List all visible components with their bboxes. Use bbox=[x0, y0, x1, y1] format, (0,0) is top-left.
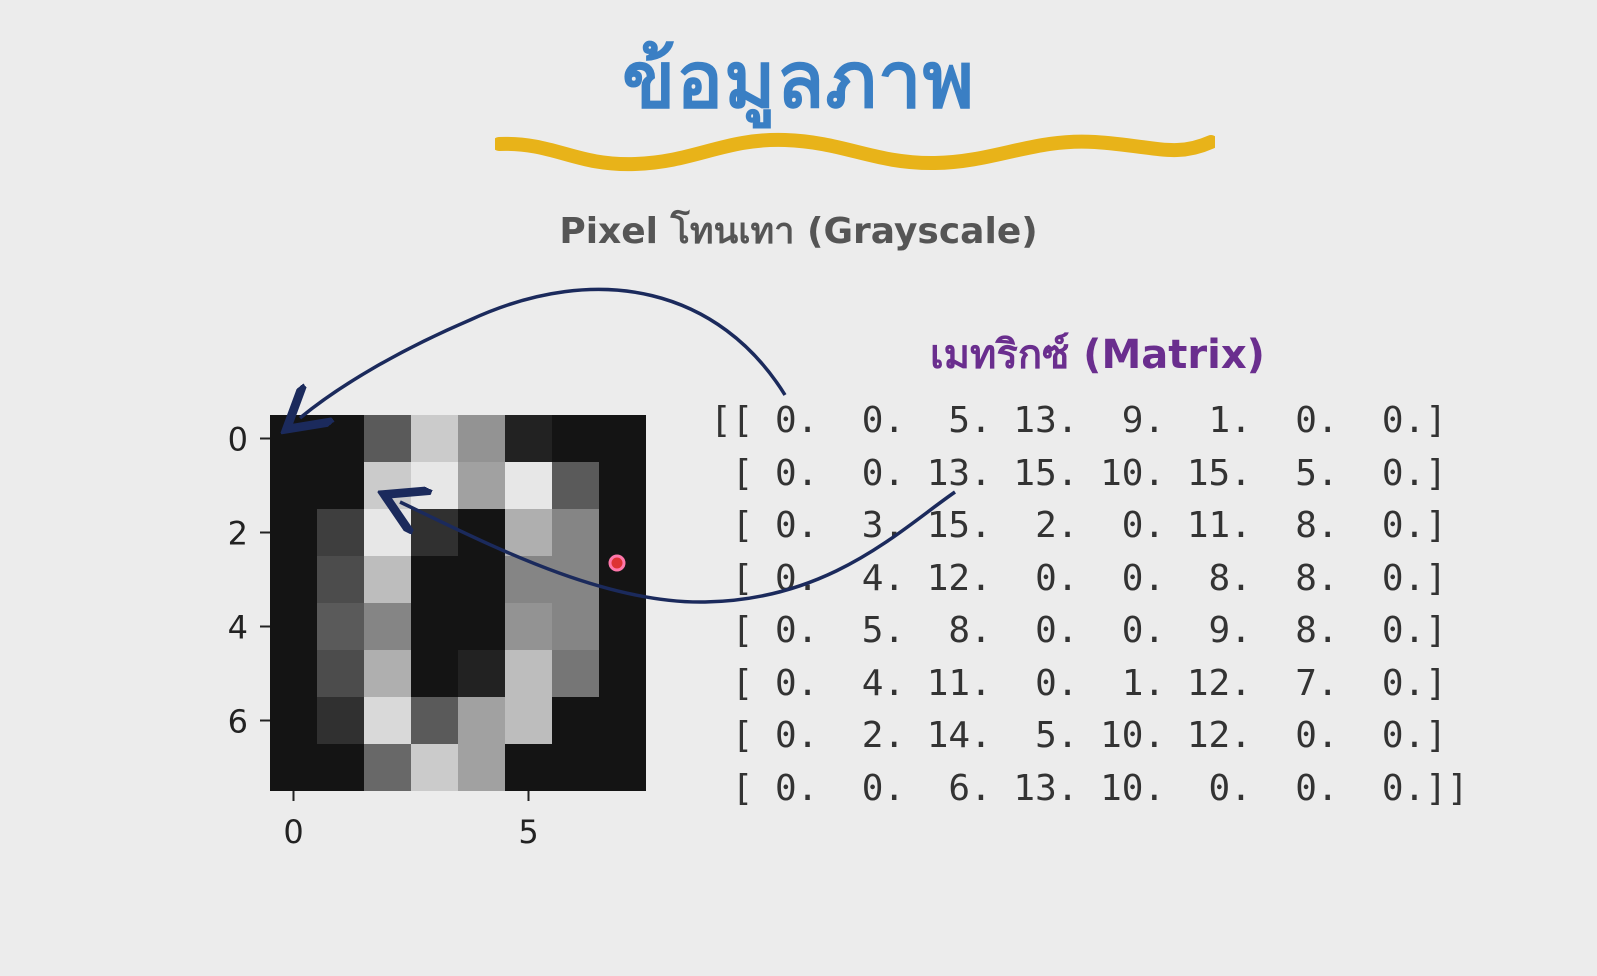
pixel-cell bbox=[599, 556, 646, 603]
pixel-cell bbox=[552, 462, 599, 509]
pixel-cell bbox=[270, 415, 317, 462]
pixel-cell bbox=[317, 603, 364, 650]
pixel-cell bbox=[552, 650, 599, 697]
pixel-cell bbox=[317, 462, 364, 509]
pixel-cell bbox=[317, 744, 364, 791]
pixel-cell bbox=[270, 509, 317, 556]
pixel-cell bbox=[411, 650, 458, 697]
pixel-cell bbox=[364, 603, 411, 650]
pixel-cell bbox=[458, 603, 505, 650]
pixel-cell bbox=[317, 697, 364, 744]
y-tick-label: 6 bbox=[228, 703, 248, 741]
pixel-cell bbox=[270, 556, 317, 603]
matrix-row: [ 0. 0. 6. 13. 10. 0. 0. 0.]] bbox=[710, 767, 1469, 809]
pixel-cell bbox=[411, 556, 458, 603]
pixel-cell bbox=[458, 415, 505, 462]
y-tick-label: 2 bbox=[228, 515, 248, 553]
pixel-cell bbox=[505, 650, 552, 697]
pixel-cell bbox=[364, 697, 411, 744]
matrix-row: [ 0. 4. 11. 0. 1. 12. 7. 0.] bbox=[710, 662, 1447, 704]
pixel-cell bbox=[411, 603, 458, 650]
pixel-cell bbox=[599, 650, 646, 697]
pixel-cell bbox=[270, 697, 317, 744]
pixel-cell bbox=[364, 744, 411, 791]
pixel-cell bbox=[411, 509, 458, 556]
y-tick-label: 0 bbox=[228, 421, 248, 459]
pixel-cell bbox=[552, 509, 599, 556]
pixel-cell bbox=[599, 509, 646, 556]
pixel-cell bbox=[270, 744, 317, 791]
matrix-row: [ 0. 4. 12. 0. 0. 8. 8. 0.] bbox=[710, 557, 1447, 599]
pixel-cell bbox=[411, 744, 458, 791]
pixel-cell bbox=[270, 462, 317, 509]
matrix-row: [ 0. 3. 15. 2. 0. 11. 8. 0.] bbox=[710, 505, 1447, 546]
matrix-row: [ 0. 2. 14. 5. 10. 12. 0. 0.] bbox=[710, 715, 1447, 756]
matrix-label: เมทริกซ์ (Matrix) bbox=[930, 332, 1265, 378]
matrix-text: [[ 0. 0. 5. 13. 9. 1. 0. 0.] [ 0. 0. 13.… bbox=[710, 395, 1469, 815]
pixel-cell bbox=[364, 650, 411, 697]
pixel-cell bbox=[552, 556, 599, 603]
pixel-cell bbox=[458, 697, 505, 744]
pixel-cell bbox=[505, 697, 552, 744]
pixel-cell bbox=[599, 697, 646, 744]
pixel-cell bbox=[505, 509, 552, 556]
x-tick-label: 0 bbox=[283, 813, 303, 845]
pixel-cell bbox=[505, 603, 552, 650]
pixel-cell bbox=[364, 509, 411, 556]
pixel-cell bbox=[458, 744, 505, 791]
grayscale-image-plot: 0 2 4 6 0 5 bbox=[228, 415, 646, 845]
matrix-row: [ 0. 5. 8. 0. 0. 9. 8. 0.] bbox=[710, 610, 1447, 651]
pixel-cell bbox=[552, 603, 599, 650]
y-tick-label: 4 bbox=[228, 609, 248, 647]
pixel-cell bbox=[599, 462, 646, 509]
pixel-cell bbox=[317, 415, 364, 462]
matrix-row: [ 0. 0. 13. 15. 10. 15. 5. 0.] bbox=[710, 452, 1447, 494]
pixel-cell bbox=[317, 650, 364, 697]
pixel-cell bbox=[364, 556, 411, 603]
pixel-cell bbox=[552, 415, 599, 462]
pixel-cell bbox=[505, 744, 552, 791]
pixel-cell bbox=[458, 556, 505, 603]
x-tick-label: 5 bbox=[518, 813, 538, 845]
pixel-cell bbox=[505, 556, 552, 603]
pixel-cell bbox=[505, 415, 552, 462]
pixel-cell bbox=[270, 650, 317, 697]
pixel-cell bbox=[411, 415, 458, 462]
pixel-cell bbox=[599, 744, 646, 791]
pixel-cell bbox=[458, 650, 505, 697]
pixel-cell bbox=[552, 744, 599, 791]
pixel-cell bbox=[411, 462, 458, 509]
matrix-row: [[ 0. 0. 5. 13. 9. 1. 0. 0.] bbox=[710, 400, 1447, 441]
pixel-cell bbox=[270, 603, 317, 650]
pixel-cell bbox=[458, 462, 505, 509]
pixel-cell bbox=[411, 697, 458, 744]
pixel-cell bbox=[317, 556, 364, 603]
pixel-cell bbox=[599, 415, 646, 462]
pixel-cell bbox=[317, 509, 364, 556]
pixel-cell bbox=[364, 462, 411, 509]
pixel-cell bbox=[364, 415, 411, 462]
pixel-cell bbox=[599, 603, 646, 650]
page-title: ข้อมูลภาพ bbox=[621, 36, 975, 126]
subtitle: Pixel โทนเทา (Grayscale) bbox=[559, 211, 1038, 252]
pixel-cell bbox=[505, 462, 552, 509]
pixel-cell bbox=[552, 697, 599, 744]
wave-underline bbox=[495, 132, 1215, 172]
pixel-cell bbox=[458, 509, 505, 556]
